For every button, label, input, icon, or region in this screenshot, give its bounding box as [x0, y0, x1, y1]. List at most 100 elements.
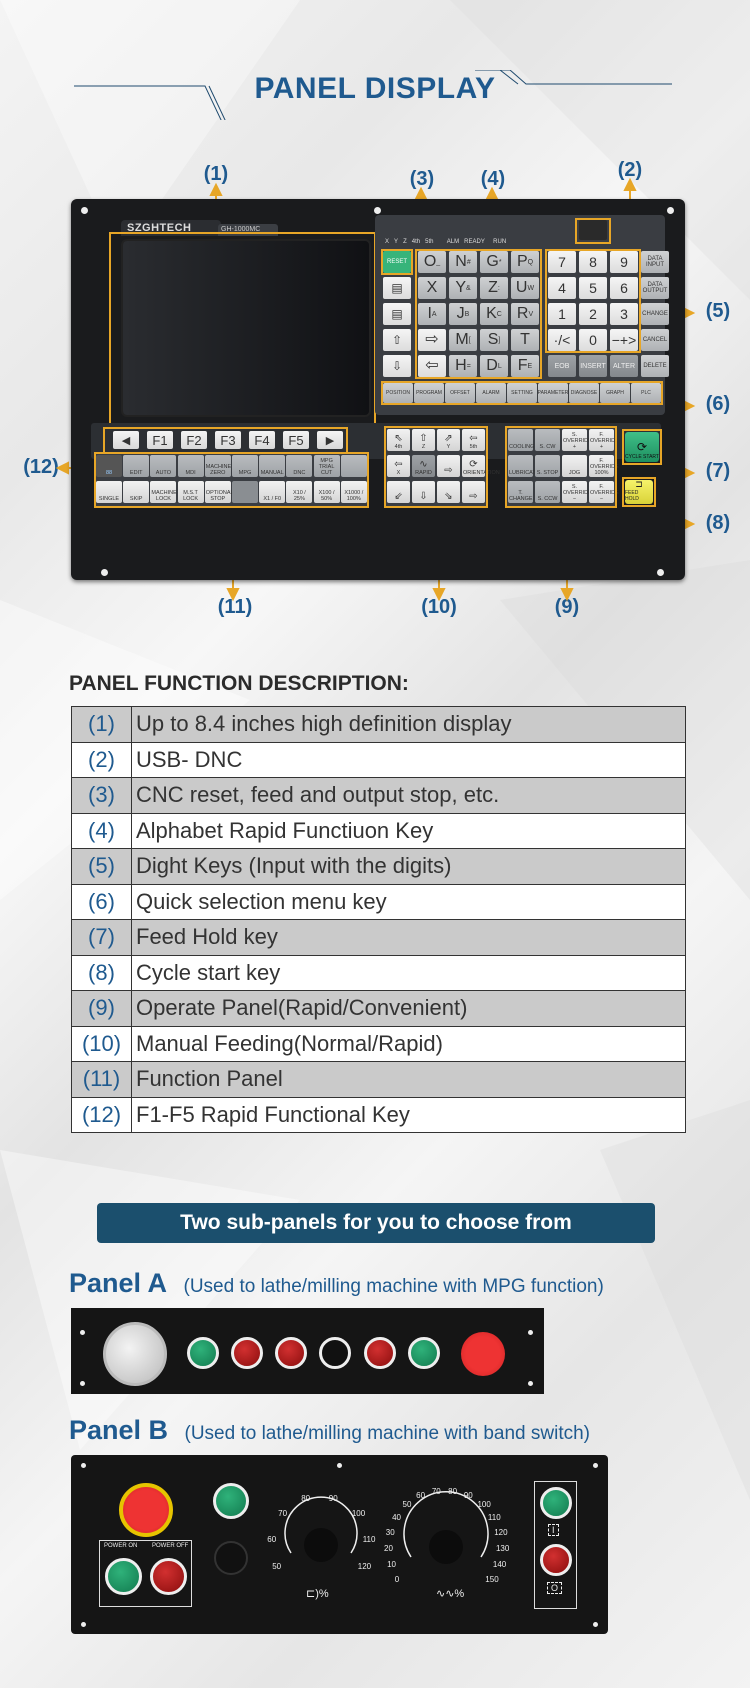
callout-box-usb: [575, 218, 611, 244]
power-off-button[interactable]: [150, 1558, 187, 1595]
feed-dial-tick: 110: [487, 1512, 501, 1522]
description-row: (10) Manual Feeding(Normal/Rapid): [71, 1025, 686, 1062]
mount-hole: [593, 1622, 598, 1627]
status-indicators: X Y Z 4th 5th ALM READY RUN: [385, 239, 507, 245]
callout-9: (9): [554, 596, 580, 618]
feed-dial-tick: 50: [402, 1500, 412, 1510]
callout-12: (12): [23, 456, 59, 478]
list-icon-key[interactable]: ▤: [383, 303, 411, 325]
mount-hole: [528, 1381, 533, 1386]
callout-4: (4): [480, 168, 506, 190]
edit-key[interactable]: EOB: [548, 355, 576, 377]
panel-b-heading: Panel B (Used to lathe/milling machine w…: [69, 1415, 590, 1446]
side-function-key[interactable]: DATA OUTPUT: [641, 277, 669, 299]
description-table: (1) Up to 8.4 inches high definition disp…: [71, 706, 686, 1133]
row-text: USB- DNC: [131, 741, 686, 778]
feed-dial-tick: 100: [477, 1500, 491, 1510]
page-icon-key[interactable]: ▤: [383, 277, 411, 299]
start-stop-group: I O: [534, 1481, 577, 1609]
selector-knob[interactable]: [214, 1541, 248, 1575]
stop-button[interactable]: [540, 1544, 572, 1576]
cnc-main-panel: SZGHTECH GH-1000MC X Y Z 4th 5th ALM REA…: [71, 199, 685, 580]
feed-dial-tick: 40: [392, 1512, 401, 1522]
description-row: (7) Feed Hold key: [71, 919, 686, 956]
callout-1: (1): [203, 163, 229, 185]
panel-a-heading: Panel A (Used to lathe/milling machine w…: [69, 1268, 604, 1299]
callout-7: (7): [705, 460, 731, 482]
callout-box-operate: [505, 426, 617, 508]
green-button[interactable]: [408, 1337, 440, 1369]
mount-hole: [80, 1381, 85, 1386]
panel-a-subtitle: (Used to lathe/milling machine with MPG …: [183, 1276, 604, 1297]
description-row: (4) Alphabet Rapid Functiuon Key: [71, 812, 686, 849]
callout-box-function: [94, 452, 369, 508]
side-function-key[interactable]: DATA INPUT: [641, 251, 669, 273]
callout-box-digits: [545, 249, 641, 353]
emergency-stop-button[interactable]: [119, 1483, 173, 1537]
row-text: Cycle start key: [131, 954, 686, 991]
feed-dial-tick: 10: [387, 1560, 397, 1570]
callout-10: (10): [421, 596, 457, 618]
row-number: (9): [71, 990, 132, 1027]
row-number: (10): [71, 1025, 132, 1062]
feed-dial-tick: 60: [416, 1491, 426, 1501]
spindle-override-knob[interactable]: [304, 1528, 338, 1562]
feed-dial-tick: 0: [394, 1574, 400, 1584]
red-button[interactable]: [231, 1337, 263, 1369]
green-button[interactable]: [213, 1483, 249, 1519]
panel-b-image: POWER ON POWER OFF 50 60 70 80 90 100 110 120 0 1…: [71, 1455, 608, 1634]
mount-hole: [101, 569, 108, 576]
row-text: Operate Panel(Rapid/Convenient): [131, 990, 686, 1027]
mount-hole: [81, 207, 88, 214]
spindle-dial-tick: 90: [328, 1494, 338, 1504]
row-number: (2): [71, 741, 132, 778]
side-function-key[interactable]: CHANGE: [641, 303, 669, 325]
feed-dial-tick: 140: [492, 1560, 507, 1570]
mount-hole: [374, 207, 381, 214]
row-text: Alphabet Rapid Functiuon Key: [131, 812, 686, 849]
power-on-button[interactable]: [105, 1558, 142, 1595]
row-text: Feed Hold key: [131, 919, 686, 956]
stop-symbol: O: [547, 1582, 563, 1594]
spindle-dial-tick: 110: [362, 1534, 376, 1544]
start-button[interactable]: [540, 1487, 572, 1519]
row-number: (3): [71, 777, 132, 814]
description-row: (11) Function Panel: [71, 1061, 686, 1098]
selector-switch[interactable]: [319, 1337, 351, 1369]
side-function-key[interactable]: DELETE: [641, 355, 669, 377]
green-button[interactable]: [187, 1337, 219, 1369]
feed-override-label: ∿∿%: [436, 1588, 465, 1600]
page-up-icon-key[interactable]: ⇧: [383, 329, 411, 351]
page-down-icon-key[interactable]: ⇩: [383, 355, 411, 377]
red-button[interactable]: [275, 1337, 307, 1369]
panel-b-title: Panel B: [69, 1415, 169, 1445]
row-number: (4): [71, 812, 132, 849]
edit-key[interactable]: ALTER: [610, 355, 638, 377]
side-function-key[interactable]: CANCEL: [641, 329, 669, 351]
callout-3: (3): [409, 168, 435, 190]
row-number: (8): [71, 954, 132, 991]
emergency-stop-button[interactable]: [461, 1332, 505, 1376]
description-row: (3) CNC reset, feed and output stop, etc.: [71, 777, 686, 814]
row-text: F1-F5 Rapid Functional Key: [131, 1096, 686, 1133]
feed-override-knob[interactable]: [429, 1530, 463, 1564]
mpg-handwheel[interactable]: [103, 1322, 167, 1386]
mount-hole: [81, 1463, 86, 1468]
function-panel: 88 EDIT AUTO MDI MACHINE ZERO MPG MANUAL DNC MPG…: [94, 452, 369, 508]
panel-a-image: [71, 1308, 544, 1394]
description-row: (12) F1-F5 Rapid Functional Key: [71, 1096, 686, 1133]
callout-11: (11): [217, 596, 253, 618]
row-number: (1): [71, 706, 132, 743]
description-row: (2) USB- DNC: [71, 741, 686, 778]
row-number: (11): [71, 1061, 132, 1098]
red-button[interactable]: [364, 1337, 396, 1369]
operate-panel: COOLING S. CW S. OVERRIDE + F. OVERRIDE + LU…: [505, 426, 619, 508]
description-row: (8) Cycle start key: [71, 954, 686, 991]
row-text: Up to 8.4 inches high definition display: [131, 706, 686, 743]
spindle-dial-tick: 50: [272, 1561, 282, 1571]
spindle-dial-tick: 80: [301, 1494, 311, 1504]
edit-key[interactable]: INSERT: [579, 355, 607, 377]
callout-2: (2): [617, 159, 643, 181]
row-text: Function Panel: [131, 1061, 686, 1098]
spindle-dial-tick: 60: [267, 1534, 277, 1544]
